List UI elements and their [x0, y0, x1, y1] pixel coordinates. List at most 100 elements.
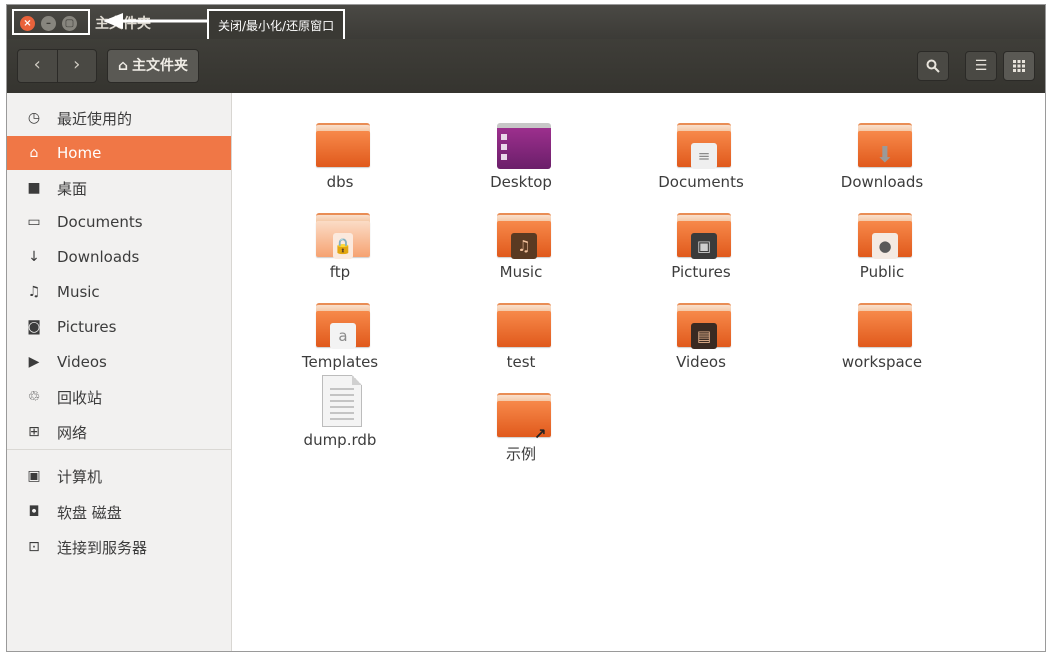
navigation-group: ‹ ›	[17, 49, 97, 83]
file-item-test[interactable]: test	[461, 289, 581, 373]
grid-view-button[interactable]	[1003, 51, 1035, 81]
sidebar-divider	[7, 449, 231, 450]
floppy-icon: ◘	[28, 504, 40, 520]
file-label: Desktop	[490, 173, 552, 191]
file-item-workspace[interactable]: workspace	[822, 289, 942, 373]
file-item-dbs[interactable]: dbs	[280, 109, 400, 193]
sidebar-item-recent[interactable]: ◷ 最近使用的	[7, 101, 231, 135]
camera-icon: ◙	[27, 319, 41, 335]
file-manager-window: × – ▢ 主文件夹 关闭/最小化/还原窗口 ‹ › ⌂ 主文件夹 ☰	[6, 4, 1046, 652]
templates-folder-icon: a	[316, 303, 370, 349]
home-icon: ⌂	[118, 58, 129, 74]
computer-icon: ▣	[27, 468, 41, 484]
server-icon: ⊡	[28, 539, 40, 555]
desktop-icon	[497, 123, 551, 169]
window-controls: × – ▢	[12, 9, 90, 35]
folder-icon	[316, 123, 370, 169]
toolbar: ‹ › ⌂ 主文件夹 ☰	[7, 39, 1045, 93]
close-window-button[interactable]: ×	[20, 16, 35, 31]
trash-icon: ♲	[27, 389, 41, 405]
sidebar-item-label: 软盘 磁盘	[57, 503, 122, 522]
sidebar-item-label: Videos	[57, 353, 107, 371]
maximize-window-button[interactable]: ▢	[62, 16, 77, 31]
sidebar-item-floppy[interactable]: ◘ 软盘 磁盘	[7, 495, 231, 529]
search-button[interactable]	[917, 51, 949, 81]
file-item-dump-rdb[interactable]: dump.rdb	[280, 375, 400, 459]
document-icon: ▭	[27, 214, 41, 230]
file-label: Videos	[676, 353, 726, 371]
sidebar: ◷ 最近使用的 ⌂ Home ■ 桌面 ▭ Documents ↓ Downlo…	[7, 93, 232, 651]
file-label: ftp	[329, 263, 351, 281]
sidebar-item-label: 计算机	[57, 467, 103, 486]
file-item-videos[interactable]: ▤ Videos	[641, 289, 761, 373]
file-label: Documents	[658, 173, 744, 191]
sidebar-item-desktop[interactable]: ■ 桌面	[7, 171, 231, 205]
sidebar-item-downloads[interactable]: ↓ Downloads	[7, 240, 231, 274]
pictures-folder-icon: ▣	[677, 213, 731, 259]
downloads-folder-icon: ⬇	[858, 123, 912, 169]
file-item-ftp[interactable]: 🔒 ftp	[280, 199, 400, 283]
file-label: Music	[499, 263, 543, 281]
sidebar-item-home[interactable]: ⌂ Home	[7, 136, 231, 170]
file-grid: dbs Desktop ≡ Documents ⬇ Downloads 🔒 ft…	[233, 93, 1045, 651]
forward-button[interactable]: ›	[56, 50, 97, 82]
sidebar-item-network[interactable]: ⊞ 网络	[7, 415, 231, 449]
home-icon: ⌂	[29, 145, 39, 161]
minimize-window-button[interactable]: –	[41, 16, 56, 31]
public-folder-icon: ●	[858, 213, 912, 259]
path-label: 主文件夹	[132, 58, 189, 74]
file-label: Pictures	[671, 263, 731, 281]
file-label: test	[506, 353, 536, 371]
sidebar-item-label: Downloads	[57, 248, 140, 266]
sidebar-item-documents[interactable]: ▭ Documents	[7, 205, 231, 239]
list-view-button[interactable]: ☰	[965, 51, 997, 81]
sidebar-item-label: Home	[57, 144, 102, 162]
annotation-tooltip: 关闭/最小化/还原窗口	[207, 9, 346, 43]
sidebar-item-label: 回收站	[57, 388, 103, 407]
network-icon: ⊞	[28, 424, 40, 440]
file-label: Downloads	[840, 173, 924, 191]
text-file-icon	[322, 375, 362, 427]
search-icon	[926, 59, 940, 73]
video-icon: ▶	[28, 354, 40, 370]
file-item-pictures[interactable]: ▣ Pictures	[641, 199, 761, 283]
file-item-documents[interactable]: ≡ Documents	[641, 109, 761, 193]
file-label: Templates	[301, 353, 379, 371]
file-label: dbs	[326, 173, 354, 191]
file-label: 示例	[505, 445, 536, 463]
sidebar-item-label: 网络	[57, 423, 88, 442]
folder-icon	[497, 303, 551, 349]
title-bar: × – ▢ 主文件夹 关闭/最小化/还原窗口	[7, 5, 1045, 43]
sidebar-item-trash[interactable]: ♲ 回收站	[7, 380, 231, 414]
file-item-public[interactable]: ● Public	[822, 199, 942, 283]
sidebar-item-pictures[interactable]: ◙ Pictures	[7, 310, 231, 344]
path-bar-home-button[interactable]: ⌂ 主文件夹	[107, 49, 200, 83]
sidebar-item-label: Pictures	[57, 318, 117, 336]
sidebar-item-music[interactable]: ♫ Music	[7, 275, 231, 309]
music-folder-icon: ♫	[497, 213, 551, 259]
sidebar-item-label: Music	[57, 283, 100, 301]
file-item-music[interactable]: ♫ Music	[461, 199, 581, 283]
desktop-folder-icon: ■	[27, 180, 41, 196]
file-item-downloads[interactable]: ⬇ Downloads	[822, 109, 942, 193]
documents-folder-icon: ≡	[677, 123, 731, 169]
sidebar-item-computer[interactable]: ▣ 计算机	[7, 459, 231, 493]
music-icon: ♫	[27, 284, 41, 300]
grid-view-icon	[1013, 60, 1025, 72]
file-label: Public	[859, 263, 905, 281]
download-icon: ↓	[28, 249, 40, 265]
annotation-arrow-icon	[103, 13, 209, 29]
file-item-desktop[interactable]: Desktop	[461, 109, 581, 193]
file-item-templates[interactable]: a Templates	[280, 289, 400, 373]
sidebar-item-connect-server[interactable]: ⊡ 连接到服务器	[7, 530, 231, 564]
sidebar-item-label: Documents	[57, 213, 143, 231]
sidebar-item-label: 桌面	[57, 179, 88, 198]
file-item-examples[interactable]: ↗ 示例	[461, 379, 581, 463]
sidebar-item-videos[interactable]: ▶ Videos	[7, 345, 231, 379]
sidebar-item-label: 最近使用的	[57, 109, 133, 128]
file-label: dump.rdb	[303, 431, 377, 449]
back-button[interactable]: ‹	[18, 50, 57, 82]
list-view-icon: ☰	[974, 58, 988, 74]
videos-folder-icon: ▤	[677, 303, 731, 349]
recent-icon: ◷	[27, 110, 41, 126]
